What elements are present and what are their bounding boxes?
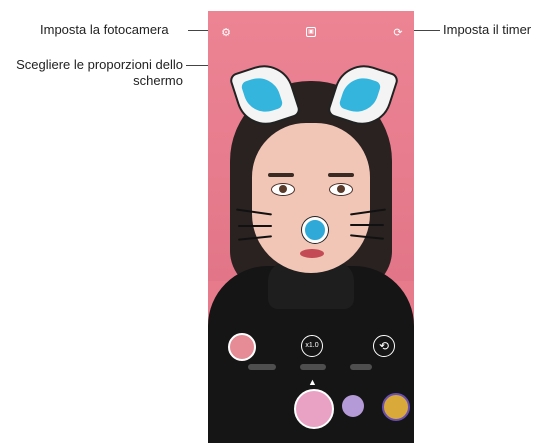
mode-label[interactable] [350, 364, 372, 370]
chevron-up-icon[interactable]: ▲ [308, 377, 317, 387]
gear-icon[interactable]: ⚙ [220, 27, 232, 39]
eye-left [271, 183, 295, 196]
eyebrow-left [268, 173, 294, 177]
zoom-button[interactable]: x1.0 [301, 335, 323, 357]
callout-camera-settings: Imposta la fotocamera [40, 22, 169, 37]
switch-camera-icon[interactable]: ⟲ [373, 335, 395, 357]
cat-nose [302, 217, 328, 243]
lips [300, 249, 324, 258]
timer-icon[interactable]: ⟳ [392, 27, 404, 39]
eye-right [329, 183, 353, 196]
whisker [238, 225, 272, 227]
callout-timer: Imposta il timer [443, 22, 532, 37]
gallery-thumbnail[interactable] [228, 333, 256, 361]
camera-preview[interactable]: ⚙ ▣ ⟳ x1.0 ⟲ ▲ [208, 11, 414, 443]
mode-label[interactable] [300, 364, 326, 370]
callout-aspect-ratio-line1: Scegliere le proporzioni dello [16, 57, 183, 72]
mode-label[interactable] [248, 364, 276, 370]
sticker-option[interactable] [342, 395, 364, 417]
eyebrow-right [328, 173, 354, 177]
sticker-cat-selected[interactable] [294, 389, 334, 429]
callout-aspect-ratio-line2: schermo [133, 73, 183, 88]
callout-aspect-ratio: Scegliere le proporzioni dello schermo [8, 57, 183, 89]
whisker [350, 224, 384, 226]
sticker-option[interactable] [382, 393, 410, 421]
aspect-ratio-icon[interactable]: ▣ [306, 27, 316, 37]
